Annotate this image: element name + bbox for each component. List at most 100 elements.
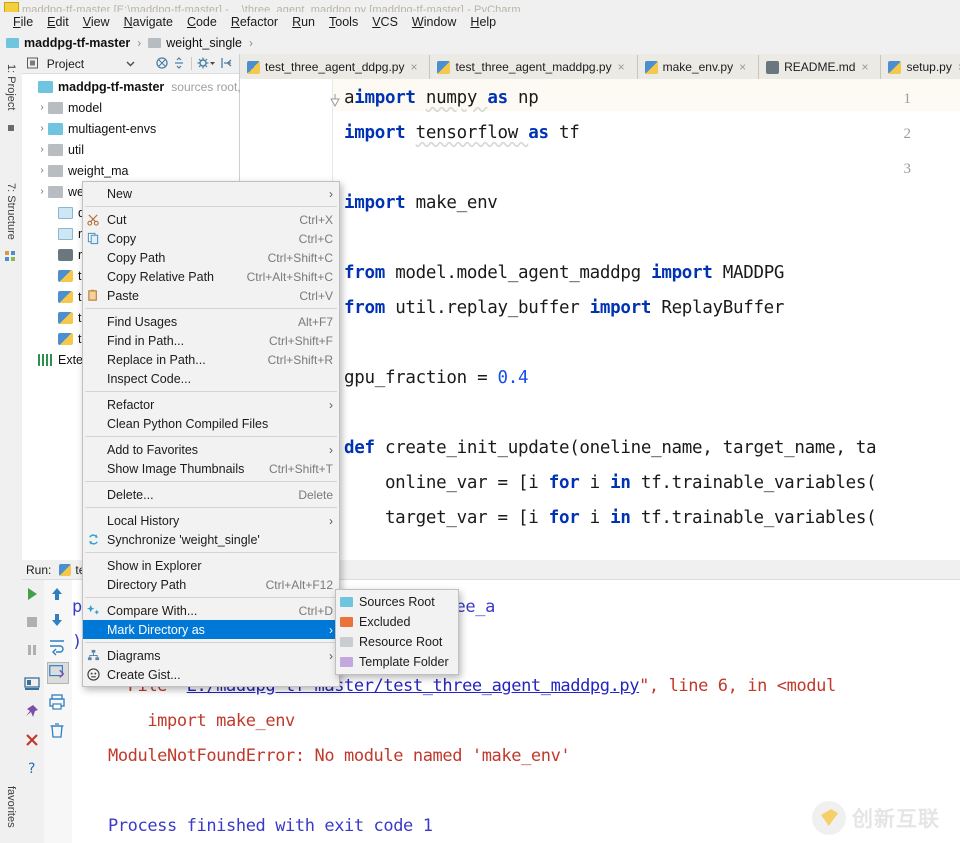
chevron-right-icon[interactable]: › — [36, 123, 48, 134]
print-icon[interactable] — [47, 692, 69, 714]
chevron-right-icon[interactable]: › — [36, 144, 48, 155]
chevron-right-icon[interactable]: › — [36, 102, 48, 113]
editor-tab[interactable]: test_three_agent_ddpg.py× — [240, 55, 430, 79]
chevron-right-icon[interactable]: › — [36, 186, 48, 197]
context-menu-item[interactable]: Create Gist... — [83, 665, 339, 684]
pause-button[interactable] — [23, 641, 43, 661]
submenu-item[interactable]: Sources Root — [336, 592, 458, 612]
rerun-button[interactable] — [23, 585, 43, 605]
close-tab-icon[interactable]: × — [618, 60, 625, 74]
editor-tab-bar: test_three_agent_ddpg.py×test_three_agen… — [240, 54, 960, 79]
context-menu-item[interactable]: CutCtrl+X — [83, 210, 339, 229]
close-tab-icon[interactable]: × — [410, 60, 417, 74]
tree-item[interactable]: ›multiagent-envs — [22, 118, 239, 139]
tree-item[interactable]: maddpg-tf-mastersources root, E:\ — [22, 76, 239, 97]
context-menu-item[interactable]: Clean Python Compiled Files — [83, 414, 339, 433]
up-arrow-icon[interactable] — [47, 584, 69, 606]
gist-icon — [87, 668, 104, 682]
soft-wrap-icon[interactable] — [47, 636, 69, 658]
context-menu-item[interactable]: Refactor› — [83, 395, 339, 414]
toggle-tasks-icon[interactable] — [23, 675, 43, 695]
menu-edit[interactable]: Edit — [40, 13, 76, 31]
context-menu-item-label: Show in Explorer — [107, 559, 202, 573]
context-menu-item[interactable]: Directory PathCtrl+Alt+F12 — [83, 575, 339, 594]
context-menu-item[interactable]: Find UsagesAlt+F7 — [83, 312, 339, 331]
collapse-icon[interactable] — [5, 122, 17, 134]
menu-item-icon-placeholder — [87, 372, 104, 386]
structure-icon[interactable] — [5, 250, 17, 262]
breadcrumb-project[interactable]: maddpg-tf-master — [6, 36, 130, 50]
submenu-item[interactable]: Template Folder — [336, 652, 458, 672]
menu-tools[interactable]: Tools — [322, 13, 365, 31]
code-fold-icon[interactable] — [329, 93, 340, 104]
menu-code[interactable]: Code — [180, 13, 224, 31]
context-menu-item[interactable]: Delete...Delete — [83, 485, 339, 504]
down-arrow-icon[interactable] — [47, 610, 69, 632]
context-menu-item[interactable]: Show in Explorer — [83, 556, 339, 575]
folder-excluded-icon — [340, 617, 353, 627]
chevron-down-icon[interactable] — [126, 59, 135, 68]
tree-item[interactable]: ›util — [22, 139, 239, 160]
folder-icon — [148, 38, 161, 48]
menu-file[interactable]: File — [6, 13, 40, 31]
context-menu-item[interactable]: New› — [83, 184, 339, 203]
code-line: from model.model_agent_maddpg import MAD… — [344, 263, 784, 283]
menu-navigate[interactable]: Navigate — [117, 13, 180, 31]
chevron-right-icon[interactable]: › — [36, 165, 48, 176]
submenu-item[interactable]: Excluded — [336, 612, 458, 632]
tree-item-label: maddpg-tf-master — [58, 80, 164, 94]
context-menu-item[interactable]: CopyCtrl+C — [83, 229, 339, 248]
editor-tab[interactable]: README.md× — [759, 55, 881, 79]
tool-tab-structure[interactable]: 7: Structure — [0, 174, 22, 248]
context-menu-item[interactable]: Show Image ThumbnailsCtrl+Shift+T — [83, 459, 339, 478]
tool-tab-favorites[interactable]: favorites — [0, 775, 22, 839]
menu-help[interactable]: Help — [463, 13, 503, 31]
context-menu-item[interactable]: Inspect Code... — [83, 369, 339, 388]
submenu-arrow-icon: › — [313, 398, 333, 412]
context-menu-item[interactable]: Local History› — [83, 511, 339, 530]
context-menu-item-label: Cut — [107, 213, 126, 227]
help-icon[interactable]: ? — [23, 759, 43, 779]
context-menu-item[interactable]: Replace in Path...Ctrl+Shift+R — [83, 350, 339, 369]
project-view-icon[interactable] — [26, 56, 41, 72]
tree-item-label: weight_ma — [68, 164, 128, 178]
menu-refactor[interactable]: Refactor — [224, 13, 285, 31]
editor-tab[interactable]: make_env.py× — [638, 55, 760, 79]
editor-tab[interactable]: test_three_agent_maddpg.py× — [430, 55, 637, 79]
context-menu-item[interactable]: Mark Directory as› — [83, 620, 339, 639]
menu-window[interactable]: Window — [405, 13, 463, 31]
breadcrumb-folder[interactable]: weight_single — [148, 36, 242, 50]
code-line: target_var = [i for i in tf.trainable_va… — [344, 508, 876, 528]
context-menu-item[interactable]: Copy PathCtrl+Shift+C — [83, 248, 339, 267]
submenu-item[interactable]: Resource Root — [336, 632, 458, 652]
context-menu-item[interactable]: PasteCtrl+V — [83, 286, 339, 305]
code-editor[interactable]: 123 aimport numpy as npimport tensorflow… — [240, 79, 960, 560]
chevron-down-icon[interactable] — [209, 60, 216, 67]
context-menu-item[interactable]: Copy Relative PathCtrl+Alt+Shift+C — [83, 267, 339, 286]
close-icon[interactable] — [23, 731, 43, 751]
tool-tab-project[interactable]: 1: Project — [0, 58, 22, 116]
tree-item[interactable]: › weight_ma — [22, 160, 239, 181]
context-menu-item[interactable]: Add to Favorites› — [83, 440, 339, 459]
context-menu-item[interactable]: Diagrams› — [83, 646, 339, 665]
collapse-all-icon[interactable] — [155, 56, 170, 72]
close-tab-icon[interactable]: × — [739, 60, 746, 74]
menu-item-icon-placeholder — [87, 488, 104, 502]
editor-tab[interactable]: setup.py× — [881, 55, 960, 79]
gear-icon[interactable] — [196, 56, 211, 72]
tree-item[interactable]: ›model — [22, 97, 239, 118]
expand-collapse-icon[interactable] — [172, 56, 187, 72]
pin-icon[interactable] — [23, 703, 43, 723]
context-menu-item-label: Copy Relative Path — [107, 270, 214, 284]
close-tab-icon[interactable]: × — [861, 60, 868, 74]
menu-run[interactable]: Run — [285, 13, 322, 31]
context-menu-item[interactable]: Compare With...Ctrl+D — [83, 601, 339, 620]
context-menu-item[interactable]: Synchronize 'weight_single' — [83, 530, 339, 549]
hide-panel-icon[interactable] — [220, 56, 235, 72]
menu-vcs[interactable]: VCS — [365, 13, 405, 31]
trash-icon[interactable] — [47, 720, 69, 742]
context-menu-item[interactable]: Find in Path...Ctrl+Shift+F — [83, 331, 339, 350]
menu-view[interactable]: View — [76, 13, 117, 31]
scroll-to-end-icon[interactable] — [47, 662, 69, 684]
stop-button[interactable] — [23, 613, 43, 633]
